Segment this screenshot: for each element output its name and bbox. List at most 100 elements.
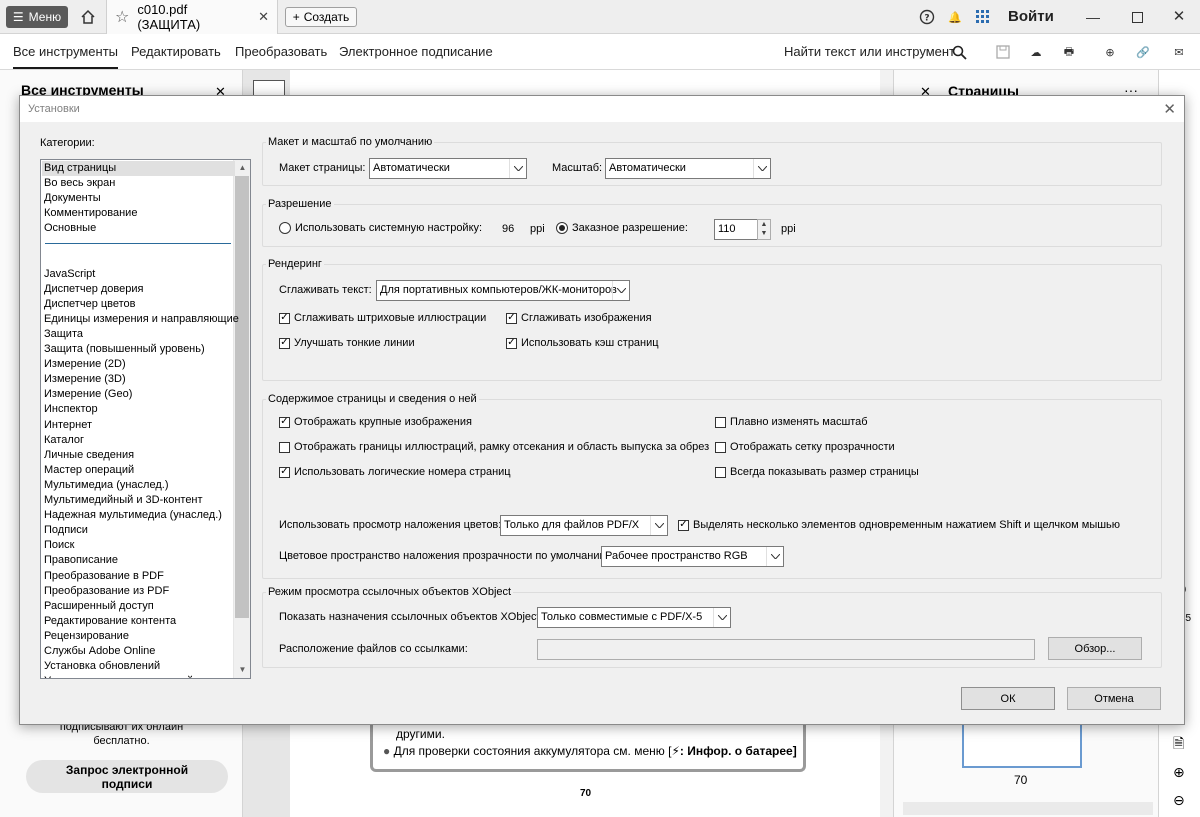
show-page-size-checkbox[interactable]: Всегда показывать размер страницы: [715, 466, 919, 478]
categories-list[interactable]: ▲ ▼ Вид страницы Во весь экран Документы Ко…: [40, 159, 251, 679]
zoom-in-icon[interactable]: ⊕: [1173, 764, 1185, 781]
category-item[interactable]: Основные: [44, 221, 96, 236]
show-art-trim-bleed-checkbox[interactable]: Отображать границы иллюстраций, рамку от…: [279, 441, 709, 453]
document-page-number: 70: [580, 788, 592, 799]
login-link[interactable]: Войти: [1008, 8, 1054, 25]
smooth-text-select[interactable]: Для портативных компьютеров/ЖК-мониторов: [376, 280, 630, 301]
category-item[interactable]: Рецензирование: [44, 629, 129, 644]
category-item[interactable]: Измерение (Geo): [44, 387, 132, 402]
category-item[interactable]: Каталог: [44, 433, 84, 448]
category-item[interactable]: Защита: [44, 327, 83, 342]
smooth-line-art-checkbox[interactable]: ✓ Сглаживать штриховые иллюстрации: [279, 312, 486, 324]
mail-icon[interactable]: ✉: [1170, 43, 1188, 61]
xobject-show-select[interactable]: Только совместимые с PDF/X-5: [537, 607, 731, 628]
category-item[interactable]: Измерение (2D): [44, 357, 126, 372]
category-item[interactable]: Установка обновлений: [44, 659, 160, 674]
category-item[interactable]: Мультимедиа (унаслед.): [44, 478, 168, 493]
minimize-icon[interactable]: —: [1084, 8, 1102, 26]
category-item[interactable]: Редактирование контента: [44, 614, 176, 629]
home-icon[interactable]: [78, 7, 98, 27]
logical-page-numbers-checkbox[interactable]: ✓ Использовать логические номера страниц: [279, 466, 511, 478]
category-item[interactable]: Правописание: [44, 553, 118, 568]
cloud-upload-icon[interactable]: ☁: [1027, 43, 1045, 61]
category-item[interactable]: Инспектор: [44, 402, 98, 417]
category-item[interactable]: Измерение (3D): [44, 372, 126, 387]
resolution-stepper[interactable]: ▲ ▼: [757, 219, 771, 240]
category-item[interactable]: Преобразование в PDF: [44, 569, 164, 584]
menu-button[interactable]: ☰ Меню: [6, 6, 68, 28]
search-icon[interactable]: [950, 43, 968, 61]
categories-label: Категории:: [40, 137, 95, 149]
category-item[interactable]: JavaScript: [44, 267, 95, 282]
page-cache-checkbox[interactable]: ✓ Использовать кэш страниц: [506, 337, 659, 349]
ok-button[interactable]: ОК: [961, 687, 1055, 710]
document-line-2-bold: : Инфор. о батарее]: [679, 744, 797, 758]
category-item[interactable]: Документы: [44, 191, 101, 206]
zoom-select[interactable]: Автоматически: [605, 158, 771, 179]
category-item[interactable]: Расширенный доступ: [44, 599, 154, 614]
scroll-down-icon[interactable]: ▼: [234, 662, 250, 678]
tab-edit[interactable]: Редактировать: [131, 44, 221, 59]
category-item[interactable]: Службы Adobe Online: [44, 644, 155, 659]
close-tab-icon[interactable]: ✕: [258, 9, 269, 25]
bell-icon[interactable]: 🔔: [946, 8, 964, 26]
shift-click-checkbox[interactable]: ✓ Выделять несколько элементов одновремен…: [678, 519, 1120, 531]
category-item[interactable]: Личные сведения: [44, 448, 134, 463]
tab-all-tools[interactable]: Все инструменты: [13, 44, 118, 69]
step-down-icon[interactable]: ▼: [758, 229, 770, 238]
category-item[interactable]: Единицы измерения и направляющие: [44, 312, 239, 327]
request-signature-button[interactable]: Запрос электронной подписи: [26, 760, 228, 793]
smooth-images-checkbox[interactable]: ✓ Сглаживать изображения: [506, 312, 652, 324]
custom-resolution-radio[interactable]: Заказное разрешение:: [556, 222, 688, 234]
enhance-thin-lines-checkbox[interactable]: ✓ Улучшать тонкие линии: [279, 337, 415, 349]
link-icon[interactable]: 🔗: [1134, 43, 1152, 61]
categories-scrollbar[interactable]: ▲ ▼: [233, 160, 250, 678]
show-large-images-checkbox[interactable]: ✓ Отображать крупные изображения: [279, 416, 472, 428]
category-item[interactable]: Защита (повышенный уровень): [44, 342, 205, 357]
category-item[interactable]: Мастер операций: [44, 463, 134, 478]
print-icon[interactable]: 🖶: [1060, 43, 1078, 61]
close-window-icon[interactable]: ✕: [1170, 7, 1188, 25]
star-icon[interactable]: ☆: [115, 7, 129, 27]
tab-e-sign[interactable]: Электронное подписание: [339, 44, 493, 59]
category-item[interactable]: Надежная мультимедиа (унаслед.): [44, 508, 222, 523]
category-item[interactable]: Преобразование из PDF: [44, 584, 169, 599]
pages-scrollbar[interactable]: [903, 802, 1153, 815]
scroll-up-icon[interactable]: ▲: [234, 160, 250, 176]
system-resolution-radio[interactable]: Использовать системную настройку:: [279, 222, 482, 234]
linked-files-location-field[interactable]: [537, 639, 1035, 660]
create-button[interactable]: + Создать: [285, 7, 357, 27]
category-item[interactable]: Мультимедийный и 3D-контент: [44, 493, 203, 508]
browse-button[interactable]: Обзор...: [1048, 637, 1142, 660]
help-icon[interactable]: ?: [918, 8, 936, 26]
transparency-grid-checkbox[interactable]: Отображать сетку прозрачности: [715, 441, 895, 453]
category-item[interactable]: Вид страницы: [42, 161, 235, 176]
apps-grid-icon[interactable]: [974, 8, 992, 26]
page-layout-select[interactable]: Автоматически: [369, 158, 527, 179]
maximize-icon[interactable]: [1128, 8, 1146, 26]
save-icon[interactable]: [994, 43, 1012, 61]
cancel-button[interactable]: Отмена: [1067, 687, 1161, 710]
tab-convert[interactable]: Преобразовать: [235, 44, 327, 59]
transparency-grid-label: Отображать сетку прозрачности: [730, 441, 895, 453]
category-item[interactable]: Комментирование: [44, 206, 137, 221]
dialog-close-icon[interactable]: ✕: [1163, 100, 1176, 118]
blend-space-select[interactable]: Рабочее пространство RGB: [601, 546, 784, 567]
category-item[interactable]: Диспетчер цветов: [44, 297, 136, 312]
find-text-or-tool[interactable]: Найти текст или инструмент: [784, 44, 955, 59]
category-item[interactable]: Интернет: [44, 418, 92, 433]
document-tab[interactable]: ☆ c010.pdf (ЗАЩИТА) ✕: [106, 0, 278, 34]
category-item[interactable]: Подписи: [44, 523, 88, 538]
category-item[interactable]: Учетные записи электронной почты: [44, 674, 227, 678]
category-item[interactable]: Диспетчер доверия: [44, 282, 143, 297]
step-up-icon[interactable]: ▲: [758, 220, 770, 229]
category-item[interactable]: Во весь экран: [44, 176, 115, 191]
overprint-select[interactable]: Только для файлов PDF/X: [500, 515, 668, 536]
smooth-zoom-checkbox[interactable]: Плавно изменять масштаб: [715, 416, 868, 428]
share-user-icon[interactable]: ⊕: [1101, 43, 1119, 61]
page-tool-icon[interactable]: 🗎: [1173, 733, 1184, 757]
zoom-out-icon[interactable]: ⊖: [1173, 792, 1185, 809]
custom-resolution-input[interactable]: 110: [714, 219, 758, 240]
category-item[interactable]: Поиск: [44, 538, 74, 553]
scroll-thumb[interactable]: [235, 176, 249, 618]
